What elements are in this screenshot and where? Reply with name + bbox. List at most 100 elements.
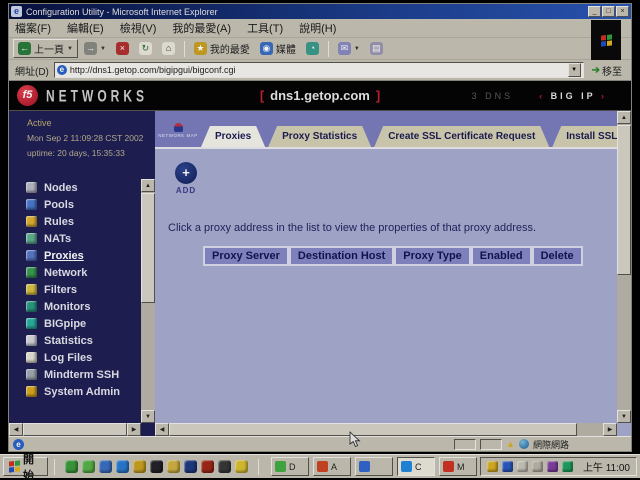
- quicklaunch-icon[interactable]: [184, 460, 197, 473]
- tray-icon[interactable]: [502, 461, 513, 472]
- forward-dropdown-icon[interactable]: ▼: [100, 46, 106, 52]
- sidebar-item[interactable]: BIGpipe: [9, 315, 141, 332]
- tray-icon[interactable]: [517, 461, 528, 472]
- sidebar-item[interactable]: Mindterm SSH: [9, 366, 141, 383]
- sidebar-item[interactable]: Log Files: [9, 349, 141, 366]
- tray-icon[interactable]: [562, 461, 573, 472]
- tab[interactable]: Proxy Statistics: [268, 126, 371, 147]
- content-horizontal-scrollbar[interactable]: ◀ ▶: [155, 423, 617, 436]
- window-title: Configuration Utility - Microsoft Intern…: [26, 7, 587, 17]
- product-3dns-link[interactable]: 3 DNS: [472, 91, 514, 101]
- favorites-button[interactable]: ★ 我的最愛: [190, 39, 254, 58]
- start-button[interactable]: 開始: [3, 457, 48, 476]
- tab[interactable]: Create SSL Certificate Request: [374, 126, 549, 147]
- scroll-right-icon[interactable]: ▶: [603, 423, 617, 436]
- close-button[interactable]: ×: [616, 6, 629, 17]
- scroll-up-icon[interactable]: ▲: [617, 111, 631, 124]
- product-bigip-link[interactable]: ‹ BIG IP ›: [539, 91, 607, 101]
- menu-item[interactable]: 說明(H): [299, 20, 336, 36]
- task-button[interactable]: A: [313, 457, 351, 476]
- add-proxy-button[interactable]: + ADD: [169, 162, 203, 195]
- quicklaunch-icon[interactable]: [116, 460, 129, 473]
- sidebar-item[interactable]: Nodes: [9, 179, 141, 196]
- print-button[interactable]: ▤: [366, 39, 387, 58]
- sidebar-item[interactable]: Rules: [9, 213, 141, 230]
- windows-flag-icon: [9, 460, 20, 472]
- scrollbar-thumb[interactable]: [141, 193, 155, 303]
- sidebar-item[interactable]: Statistics: [9, 332, 141, 349]
- sidebar-item[interactable]: Filters: [9, 281, 141, 298]
- ie-window-icon: e: [11, 6, 22, 17]
- menu-item[interactable]: 檔案(F): [15, 20, 51, 36]
- scroll-down-icon[interactable]: ▼: [617, 410, 631, 423]
- history-button[interactable]: ◔: [302, 39, 323, 58]
- network-map-button[interactable]: NETWORK MAP: [157, 116, 199, 144]
- stop-button[interactable]: ×: [112, 39, 133, 58]
- menu-item[interactable]: 工具(T): [247, 20, 283, 36]
- quicklaunch-icon[interactable]: [150, 460, 163, 473]
- scroll-up-icon[interactable]: ▲: [141, 179, 155, 192]
- scroll-right-icon[interactable]: ▶: [127, 423, 141, 436]
- home-button[interactable]: ⌂: [158, 39, 179, 58]
- scrollbar-thumb[interactable]: [617, 125, 631, 275]
- quicklaunch-icon[interactable]: [82, 460, 95, 473]
- mouse-cursor: [349, 431, 361, 449]
- tray-icon[interactable]: [487, 461, 498, 472]
- maximize-button[interactable]: □: [602, 6, 615, 17]
- sidebar-item[interactable]: Pools: [9, 196, 141, 213]
- scroll-down-icon[interactable]: ▼: [141, 410, 155, 423]
- task-button[interactable]: C: [397, 457, 435, 476]
- sidebar-horizontal-scrollbar[interactable]: ◀ ▶: [9, 423, 141, 436]
- task-button[interactable]: M: [439, 457, 477, 476]
- quicklaunch-icon[interactable]: [133, 460, 146, 473]
- task-button[interactable]: [355, 457, 393, 476]
- quicklaunch-icon[interactable]: [218, 460, 231, 473]
- quicklaunch-icon[interactable]: [99, 460, 112, 473]
- menu-item[interactable]: 我的最愛(A): [172, 20, 231, 36]
- back-button[interactable]: ← 上一頁 ▼: [13, 39, 78, 58]
- status-state: Active: [27, 116, 155, 131]
- forward-button[interactable]: → ▼: [80, 39, 110, 58]
- sidebar-item[interactable]: NATs: [9, 230, 141, 247]
- stop-icon: ×: [116, 42, 129, 55]
- sidebar-item[interactable]: Network: [9, 264, 141, 281]
- scroll-left-icon[interactable]: ◀: [155, 423, 169, 436]
- title-bar[interactable]: e Configuration Utility - Microsoft Inte…: [9, 4, 631, 19]
- quicklaunch-icon[interactable]: [201, 460, 214, 473]
- scroll-left-icon[interactable]: ◀: [9, 423, 23, 436]
- sidebar-item[interactable]: System Admin: [9, 383, 141, 400]
- address-dropdown-icon[interactable]: ▼: [568, 63, 581, 77]
- tray-icon[interactable]: [547, 461, 558, 472]
- sidebar-item-icon: [26, 182, 37, 193]
- back-dropdown-icon[interactable]: ▼: [67, 46, 73, 52]
- tray-icon[interactable]: [532, 461, 543, 472]
- taskbar-clock[interactable]: 上午 11:00: [577, 459, 630, 474]
- menu-item[interactable]: 檢視(V): [120, 20, 157, 36]
- scrollbar-thumb[interactable]: [169, 423, 577, 436]
- sidebar-item[interactable]: Monitors: [9, 298, 141, 315]
- task-button[interactable]: D: [271, 457, 309, 476]
- address-input[interactable]: e http://dns1.getop.com/bigipgui/bigconf…: [54, 62, 584, 78]
- scrollbar-thumb[interactable]: [23, 423, 127, 436]
- go-icon: ➔: [592, 65, 600, 76]
- address-label: 網址(D): [15, 63, 49, 78]
- tab[interactable]: Proxies: [201, 126, 265, 147]
- media-button[interactable]: ◉ 媒體: [256, 39, 300, 58]
- sidebar-vertical-scrollbar[interactable]: ▲ ▼: [141, 179, 155, 423]
- mail-button[interactable]: ✉▼: [334, 39, 364, 58]
- content-vertical-scrollbar[interactable]: ▲ ▼: [617, 111, 631, 423]
- refresh-button[interactable]: ↻: [135, 39, 156, 58]
- minimize-button[interactable]: _: [588, 6, 601, 17]
- sidebar-item-icon: [26, 233, 37, 244]
- sidebar-nav: Nodes Pools Rules: [9, 179, 141, 400]
- quicklaunch-icon[interactable]: [65, 460, 78, 473]
- menu-item[interactable]: 編輯(E): [67, 20, 104, 36]
- go-button[interactable]: ➔ 移至: [589, 62, 625, 79]
- quicklaunch-icon[interactable]: [235, 460, 248, 473]
- quicklaunch-icon[interactable]: [167, 460, 180, 473]
- print-icon: ▤: [370, 42, 383, 55]
- sidebar-item[interactable]: Proxies: [9, 247, 141, 264]
- taskbar-separator: [54, 459, 55, 475]
- bigip-label: BIG IP: [551, 91, 596, 101]
- mail-dropdown-icon[interactable]: ▼: [354, 46, 360, 52]
